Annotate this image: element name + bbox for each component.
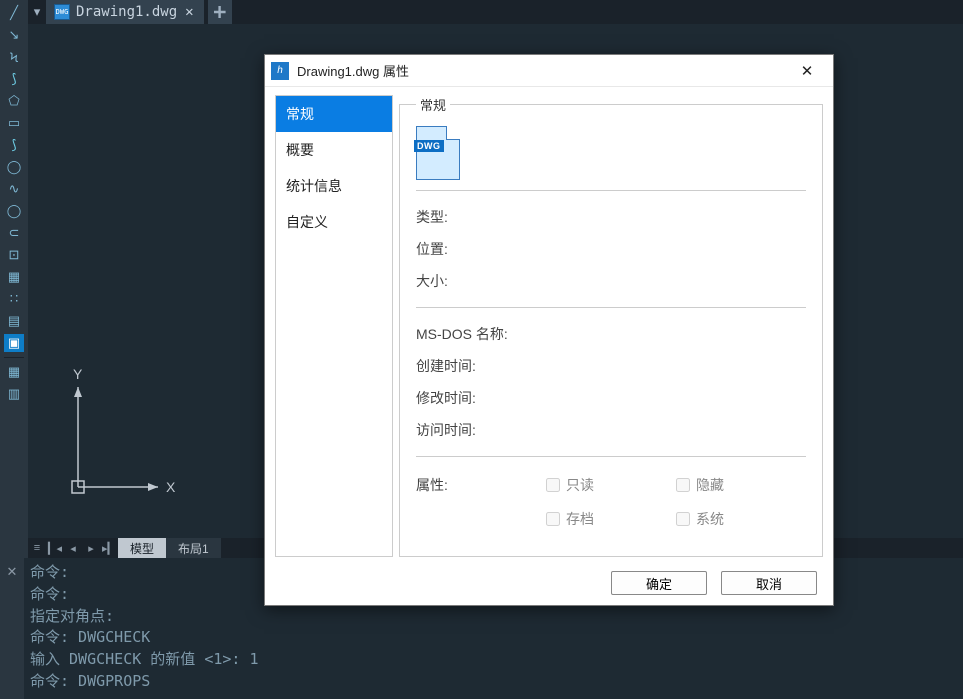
nav-item-stats[interactable]: 统计信息 <box>276 168 392 204</box>
dwg-badge: DWG <box>414 140 444 152</box>
tab-close-icon[interactable]: ✕ <box>183 4 195 20</box>
layout-tab-model[interactable]: 模型 <box>118 538 166 558</box>
tool-line[interactable]: ╱ <box>4 4 24 22</box>
file-tab[interactable]: DWG Drawing1.dwg ✕ <box>46 0 204 24</box>
document-tabbar: ▾ DWG Drawing1.dwg ✕ <box>28 0 963 24</box>
label-modified: 修改时间: <box>416 388 546 408</box>
dialog-content: 常规 DWG 类型: 位置: 大小: MS-DOS 名称: 创建时间: 修改时间… <box>399 95 823 557</box>
divider <box>416 190 806 191</box>
tool-rectangle[interactable]: ▭ <box>4 114 24 132</box>
tool-spline[interactable]: ∿ <box>4 180 24 198</box>
command-line: 命令: DWGCHECK <box>30 627 957 649</box>
tool-ellipse[interactable]: ◯ <box>4 202 24 220</box>
app-icon: h <box>271 62 289 80</box>
divider <box>416 456 806 457</box>
plus-icon <box>214 6 226 18</box>
group-legend: 常规 <box>416 95 450 114</box>
layout-last-icon[interactable]: ▸▎ <box>100 538 118 558</box>
command-close-icon[interactable]: ✕ <box>0 558 24 699</box>
tool-region[interactable]: ▦ <box>4 363 24 381</box>
command-line: 输入 DWGCHECK 的新值 <1>: 1 <box>30 649 957 671</box>
layout-first-icon[interactable]: ▎◂ <box>46 538 64 558</box>
command-line: 指定对角点: <box>30 606 957 628</box>
tool-ray[interactable]: ↘ <box>4 26 24 44</box>
general-group: 常规 DWG 类型: 位置: 大小: MS-DOS 名称: 创建时间: 修改时间… <box>399 95 823 557</box>
tool-polygon[interactable]: ⬠ <box>4 92 24 110</box>
tool-polyline[interactable]: Ϟ <box>4 48 24 66</box>
dialog-footer: 确定 取消 <box>265 561 833 605</box>
cancel-button[interactable]: 取消 <box>721 571 817 595</box>
tool-circle[interactable]: ◯ <box>4 158 24 176</box>
dwg-file-icon: DWG <box>54 4 70 20</box>
check-hidden[interactable]: 隐藏 <box>676 475 806 495</box>
layout-tab-layout1[interactable]: 布局1 <box>166 538 221 558</box>
layout-next-icon[interactable]: ▸ <box>82 538 100 558</box>
dialog-titlebar[interactable]: h Drawing1.dwg 属性 ✕ <box>265 55 833 87</box>
properties-dialog: h Drawing1.dwg 属性 ✕ 常规 概要 统计信息 自定义 常规 DW… <box>264 54 834 606</box>
tool-point[interactable]: ∷ <box>4 290 24 308</box>
label-accessed: 访问时间: <box>416 420 546 440</box>
nav-item-summary[interactable]: 概要 <box>276 132 392 168</box>
label-type: 类型: <box>416 207 546 227</box>
tool-table[interactable]: ▤ <box>4 312 24 330</box>
tool-insert[interactable]: ⊡ <box>4 246 24 264</box>
check-system[interactable]: 系统 <box>676 509 806 529</box>
nav-item-custom[interactable]: 自定义 <box>276 204 392 240</box>
tool-ellipse-arc[interactable]: ⊂ <box>4 224 24 242</box>
layout-menu-icon[interactable]: ≡ <box>28 538 46 558</box>
dwg-large-icon: DWG <box>416 126 460 180</box>
ucs-x-label: X <box>166 479 176 495</box>
tool-selected[interactable]: ▣ <box>4 334 24 352</box>
tool-hatch[interactable]: ▦ <box>4 268 24 286</box>
command-line: 命令: DWGPROPS <box>30 671 957 693</box>
label-msdos: MS-DOS 名称: <box>416 324 546 344</box>
toolbar-separator <box>4 357 24 358</box>
tool-arc2[interactable]: ⟆ <box>4 136 24 154</box>
nav-item-general[interactable]: 常规 <box>276 96 392 132</box>
tool-arc[interactable]: ⟆ <box>4 70 24 88</box>
tool-text[interactable]: ▥ <box>4 385 24 403</box>
label-location: 位置: <box>416 239 546 259</box>
new-tab-button[interactable] <box>208 0 232 24</box>
label-attributes: 属性: <box>416 475 546 495</box>
dialog-nav: 常规 概要 统计信息 自定义 <box>275 95 393 557</box>
check-archive[interactable]: 存档 <box>546 509 676 529</box>
file-tab-label: Drawing1.dwg <box>76 4 177 20</box>
ucs-icon: X Y <box>48 367 168 510</box>
check-readonly[interactable]: 只读 <box>546 475 676 495</box>
ok-button[interactable]: 确定 <box>611 571 707 595</box>
tab-list-dropdown[interactable]: ▾ <box>28 0 46 24</box>
dialog-close-button[interactable]: ✕ <box>787 57 827 85</box>
layout-prev-icon[interactable]: ◂ <box>64 538 82 558</box>
label-created: 创建时间: <box>416 356 546 376</box>
ucs-y-label: Y <box>73 366 83 382</box>
divider <box>416 307 806 308</box>
label-size: 大小: <box>416 271 546 291</box>
dialog-title: Drawing1.dwg 属性 <box>297 61 787 80</box>
